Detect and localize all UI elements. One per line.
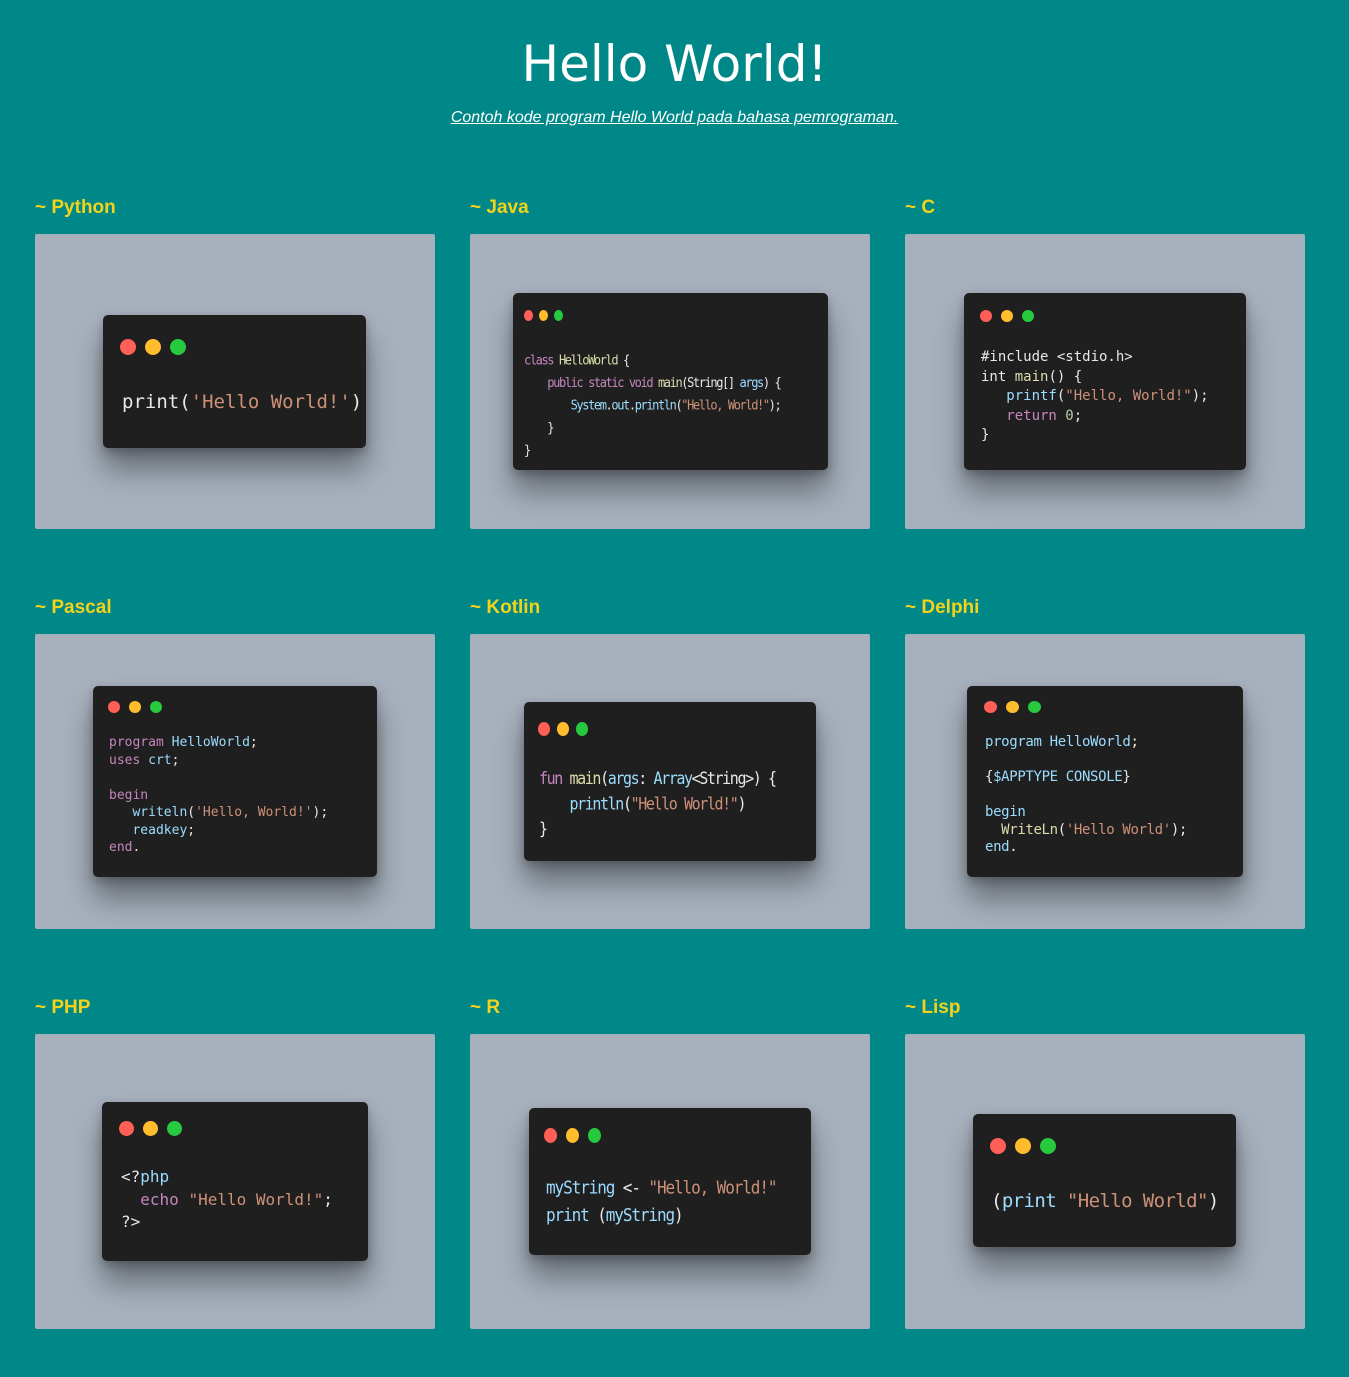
code-window-java: class HelloWorld { public static void ma… xyxy=(513,293,828,470)
code-panel-lisp: (print "Hello World") xyxy=(905,1034,1305,1329)
window-controls xyxy=(524,310,563,321)
lang-label-lisp: ~ Lisp xyxy=(905,997,961,1018)
window-controls xyxy=(990,1138,1056,1154)
code-window-kotlin: fun main(args: Array<String>) { println(… xyxy=(524,702,816,861)
minimize-dot-icon xyxy=(557,722,569,736)
minimize-dot-icon xyxy=(129,701,141,713)
lang-label-python: ~ Python xyxy=(35,197,116,218)
code-panel-delphi: program HelloWorld; {$APPTYPE CONSOLE} b… xyxy=(905,634,1305,929)
maximize-dot-icon xyxy=(170,339,186,355)
page-subtitle-link[interactable]: Contoh kode program Hello World pada bah… xyxy=(0,108,1349,128)
code-block-r: myString <- "Hello, World!" print (myStr… xyxy=(546,1177,778,1226)
page-title: Hello World! xyxy=(521,35,828,93)
close-dot-icon xyxy=(120,339,136,355)
maximize-dot-icon xyxy=(588,1128,601,1143)
code-window-python: print('Hello World!') xyxy=(103,315,366,448)
close-dot-icon xyxy=(108,701,120,713)
close-dot-icon xyxy=(538,722,550,736)
maximize-dot-icon xyxy=(1028,701,1041,713)
minimize-dot-icon xyxy=(1001,310,1013,322)
code-window-c: #include <stdio.h> int main() { printf("… xyxy=(964,293,1246,470)
code-window-php: <?php echo "Hello World!"; ?> xyxy=(102,1102,368,1261)
close-dot-icon xyxy=(524,310,533,321)
code-block-lisp: (print "Hello World") xyxy=(991,1190,1219,1212)
minimize-dot-icon xyxy=(145,339,161,355)
lang-label-delphi: ~ Delphi xyxy=(905,597,980,618)
window-controls xyxy=(119,1121,182,1136)
code-panel-php: <?php echo "Hello World!"; ?> xyxy=(35,1034,435,1329)
maximize-dot-icon xyxy=(1022,310,1034,322)
maximize-dot-icon xyxy=(150,701,162,713)
minimize-dot-icon xyxy=(1006,701,1019,713)
window-controls xyxy=(120,339,186,355)
maximize-dot-icon xyxy=(576,722,588,736)
maximize-dot-icon xyxy=(167,1121,182,1136)
code-block-kotlin: fun main(args: Array<String>) { println(… xyxy=(539,768,777,839)
code-block-python: print('Hello World!') xyxy=(122,391,363,413)
close-dot-icon xyxy=(990,1138,1006,1154)
lang-label-kotlin: ~ Kotlin xyxy=(470,597,541,618)
code-window-pascal: program HelloWorld; uses crt; begin writ… xyxy=(93,686,377,877)
code-block-c: #include <stdio.h> int main() { printf("… xyxy=(981,349,1209,443)
close-dot-icon xyxy=(980,310,992,322)
code-panel-java: class HelloWorld { public static void ma… xyxy=(470,234,870,529)
window-controls xyxy=(984,701,1041,713)
window-controls xyxy=(538,722,588,736)
code-panel-pascal: program HelloWorld; uses crt; begin writ… xyxy=(35,634,435,929)
code-panel-python: print('Hello World!') xyxy=(35,234,435,529)
code-window-r: myString <- "Hello, World!" print (myStr… xyxy=(529,1108,811,1255)
code-panel-r: myString <- "Hello, World!" print (myStr… xyxy=(470,1034,870,1329)
minimize-dot-icon xyxy=(143,1121,158,1136)
code-panel-kotlin: fun main(args: Array<String>) { println(… xyxy=(470,634,870,929)
minimize-dot-icon xyxy=(1015,1138,1031,1154)
maximize-dot-icon xyxy=(554,310,563,321)
lang-label-pascal: ~ Pascal xyxy=(35,597,112,618)
window-controls xyxy=(544,1128,601,1143)
window-controls xyxy=(108,701,162,713)
code-block-java: class HelloWorld { public static void ma… xyxy=(524,352,782,458)
close-dot-icon xyxy=(119,1121,134,1136)
window-controls xyxy=(980,310,1034,322)
close-dot-icon xyxy=(984,701,997,713)
lang-label-java: ~ Java xyxy=(470,197,529,218)
code-block-delphi: program HelloWorld; {$APPTYPE CONSOLE} b… xyxy=(985,734,1188,855)
lang-label-c: ~ C xyxy=(905,197,936,218)
minimize-dot-icon xyxy=(566,1128,579,1143)
code-window-delphi: program HelloWorld; {$APPTYPE CONSOLE} b… xyxy=(967,686,1243,877)
code-window-lisp: (print "Hello World") xyxy=(973,1114,1236,1247)
code-block-php: <?php echo "Hello World!"; ?> xyxy=(121,1167,333,1231)
minimize-dot-icon xyxy=(539,310,548,321)
code-block-pascal: program HelloWorld; uses crt; begin writ… xyxy=(109,735,329,855)
lang-label-r: ~ R xyxy=(470,997,501,1018)
code-panel-c: #include <stdio.h> int main() { printf("… xyxy=(905,234,1305,529)
lang-label-php: ~ PHP xyxy=(35,997,91,1018)
maximize-dot-icon xyxy=(1040,1138,1056,1154)
close-dot-icon xyxy=(544,1128,557,1143)
